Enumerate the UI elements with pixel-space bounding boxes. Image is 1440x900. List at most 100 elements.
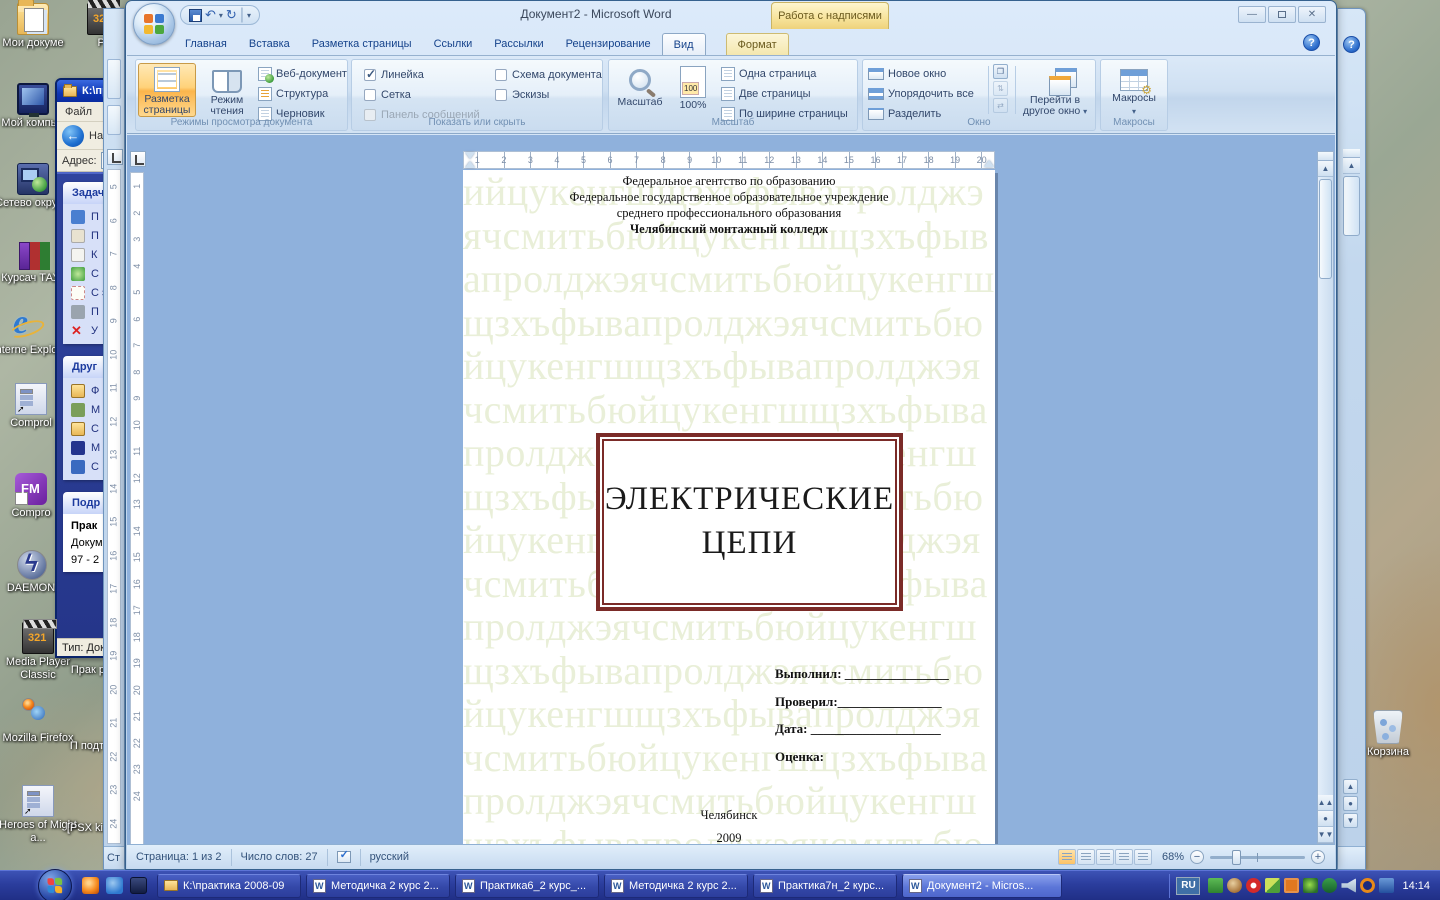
two-pages-button[interactable]: Две страницы [721,84,848,104]
tab-insert[interactable]: Вставка [238,33,301,55]
tray-usb-eject-icon[interactable] [1208,878,1224,893]
draft-view-icon[interactable] [1133,849,1152,865]
tab-format[interactable]: Формат [725,33,789,55]
menu-file[interactable]: Файл [65,106,92,118]
minimize-button[interactable]: — [1238,6,1266,23]
select-browse-object-icon[interactable]: ● [1318,811,1333,827]
undo-dropdown-icon[interactable]: ▾ [219,11,223,20]
web-layout-view-icon[interactable] [1095,849,1114,865]
outline-view-icon[interactable] [1114,849,1133,865]
horizontal-ruler[interactable]: 1 2 3 4 5 6 7 8 9 10 11 12 13 14 15 16 17 18 19 20 [463,151,995,169]
zoom-slider-track[interactable] [1210,849,1305,865]
tray-emule-icon[interactable] [1227,878,1243,893]
tray-volume-icon[interactable] [1341,878,1357,893]
taskbar-button-document2-active[interactable]: Документ2 - Micros... [902,873,1062,898]
scroll-thumb[interactable] [1319,179,1332,279]
quicklaunch-ie-icon[interactable] [106,877,123,894]
gridlines-checkbox[interactable] [364,89,376,101]
browse-object-icon[interactable]: ● [1343,796,1358,811]
switch-windows-button[interactable]: Перейти в другое окно ▾ [1019,63,1091,117]
print-layout-button[interactable]: Разметка страницы [138,63,196,117]
taskbar-button-doc1[interactable]: Методичка 2 курс 2... [306,873,450,898]
help-icon[interactable]: ? [1343,36,1360,53]
tab-review[interactable]: Рецензирование [555,33,662,55]
maximize-button[interactable] [1268,6,1296,23]
status-page-number[interactable]: Страница: 1 из 2 [127,848,232,866]
arrange-all-button[interactable]: Упорядочить все [868,84,974,104]
next-page-icon[interactable]: ▼ [1343,813,1358,828]
start-button[interactable] [38,868,72,900]
one-page-button[interactable]: Одна страница [721,64,848,84]
previous-page-icon[interactable]: ▲ [1343,779,1358,794]
right-indent-marker[interactable] [984,160,994,167]
scroll-up-arrow[interactable]: ▲ [1343,158,1360,174]
quicklaunch-firefox-icon[interactable] [82,877,99,894]
tray-network-icon[interactable] [1379,878,1395,893]
zoom-slider-thumb[interactable] [1232,849,1241,865]
tab-view[interactable]: Вид [661,33,706,55]
taskbar-button-doc4[interactable]: Практика7н_2 курс... [753,873,897,898]
vertical-ruler[interactable]: 1 2 3 4 5 6 7 8 9 10 11 12 13 14 15 16 17 18 19 20 21 22 23 24 [130,172,144,844]
view-side-by-side-icon[interactable]: ❐ [993,64,1008,79]
print-layout-view-icon[interactable] [1057,849,1076,865]
tray-daemon-tools-icon[interactable] [1322,878,1338,893]
tray-utility-green-icon[interactable] [1265,878,1281,893]
tab-references[interactable]: Ссылки [423,33,484,55]
tab-home[interactable]: Главная [174,33,238,55]
background-scrollbar[interactable]: ▲ [1343,149,1360,238]
ruler-checkbox[interactable] [364,67,376,81]
new-window-button[interactable]: Новое окно [868,64,974,84]
title-text-box[interactable]: ЭЛЕКТРИЧЕСКИЕ ЦЕПИ [596,433,903,611]
split-handle[interactable] [1343,149,1360,158]
status-word-count[interactable]: Число слов: 27 [232,848,328,866]
indent-markers[interactable] [465,151,474,169]
next-object-icon[interactable]: ▼▼ [1318,827,1333,843]
taskbar-button-doc3[interactable]: Методичка 2 курс 2... [604,873,748,898]
scroll-thumb[interactable] [1343,176,1360,236]
thumbnails-checkbox[interactable] [495,89,507,101]
word-titlebar[interactable]: ↶ ▾ ↻ | ▾ Документ2 - Microsoft Word Раб… [126,1,1336,45]
background-vertical-ruler[interactable]: 5 6 7 8 9 10 11 12 13 14 15 16 17 18 19 20 21 22 23 24 [107,169,121,844]
tab-page-layout[interactable]: Разметка страницы [301,33,423,55]
taskbar-clock[interactable]: 14:14 [1402,880,1430,892]
zoom-in-button[interactable]: + [1311,850,1325,864]
office-button[interactable] [133,3,175,45]
tab-selector-box[interactable] [130,151,146,167]
previous-object-icon[interactable]: ▲▲ [1318,795,1333,811]
vertical-scrollbar[interactable]: ▲ ▲▲ ● ▼▼ [1317,151,1334,844]
thumbnails-checkbox-row[interactable]: Эскизы [495,85,602,105]
language-indicator[interactable]: RU [1176,876,1201,895]
status-language[interactable]: русский [361,849,418,866]
outline-button[interactable]: Структура [258,84,347,104]
web-layout-button[interactable]: Веб-документ [258,64,347,84]
document-page[interactable]: ийцукенгшщзхъфывапролджэячсмитьбюйцукенг… [463,170,995,844]
document-map-checkbox-row[interactable]: Схема документа [495,65,602,85]
taskbar-button-folder[interactable]: К:\практика 2008-09 [157,873,301,898]
zoom-out-button[interactable]: − [1190,850,1204,864]
fullscreen-view-icon[interactable] [1076,849,1095,865]
ruler-checkbox-row[interactable]: Линейка [364,65,480,85]
zoom-level[interactable]: 68% [1162,851,1184,863]
tray-wireless-icon[interactable] [1360,878,1376,893]
taskbar-button-doc2[interactable]: Практика6_2 курс_... [455,873,599,898]
desktop-icon-heroes[interactable]: Heroes of Might a... [0,785,81,845]
gridlines-checkbox-row[interactable]: Сетка [364,85,480,105]
zoom-100-button[interactable]: 100% [669,63,717,117]
status-spellcheck[interactable] [328,848,361,866]
back-button[interactable]: ← [62,124,84,147]
background-word-window-right-edge[interactable]: ? ▲ ▲ ● ▼ [1337,8,1366,870]
macros-button[interactable]: Макросы ▾ [1106,63,1162,117]
scroll-up-arrow[interactable]: ▲ [1318,161,1333,177]
close-button[interactable]: ✕ [1298,6,1326,23]
tray-download-manager-icon[interactable] [1246,878,1262,893]
help-icon[interactable]: ? [1303,34,1320,51]
document-map-checkbox[interactable] [495,69,507,81]
split-handle[interactable] [1318,152,1333,161]
tray-nvidia-icon[interactable] [1303,878,1319,893]
quicklaunch-app-icon[interactable] [130,877,147,894]
undo-icon[interactable]: ↶ [205,7,216,23]
tab-mailings[interactable]: Рассылки [483,33,554,55]
tab-selector-box[interactable] [107,149,123,165]
reading-mode-button[interactable]: Режим чтения [198,63,256,117]
background-word-window-left-edge[interactable]: 5 6 7 8 9 10 11 12 13 14 15 16 17 18 19 20 21 22 23 24 Ст [103,8,125,870]
